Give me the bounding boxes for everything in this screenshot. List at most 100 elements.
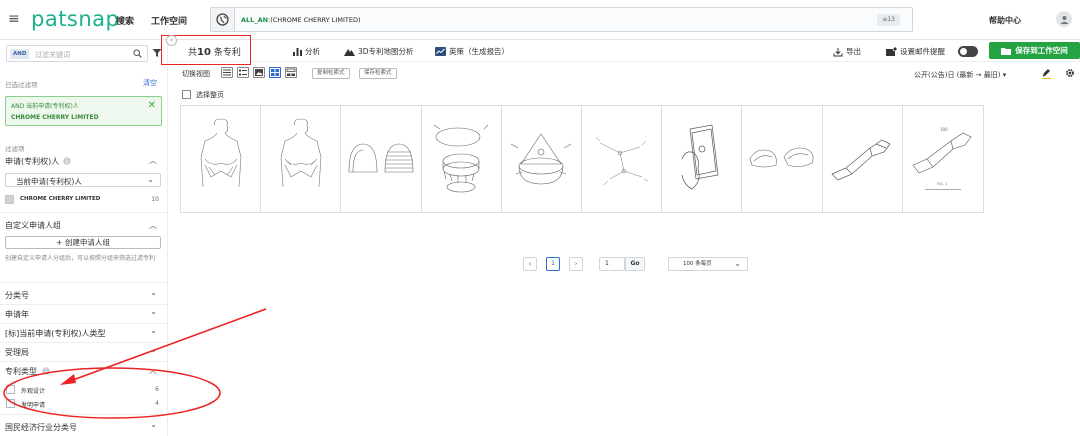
patent-type-title[interactable]: 专利类型 [5,366,37,377]
remove-filter-close-icon[interactable]: ✕ [148,100,156,111]
next-page-button[interactable]: › [569,257,583,271]
patent-thumbnail[interactable] [582,106,663,212]
divider [0,414,167,415]
chevron-down-icon[interactable]: ⌄ [150,326,157,335]
patent-thumbnail[interactable] [822,106,903,212]
patent-type-label-design: 外观设计 [21,388,46,395]
patent-thumbnail[interactable] [742,106,823,212]
nav-workspace[interactable]: 工作空间 [151,14,187,27]
chevron-down-icon[interactable]: ⌄ [150,345,157,354]
patent-thumbnail[interactable] [501,106,583,212]
chevron-down-icon: ⌄ [734,259,741,268]
info-icon[interactable] [63,157,71,167]
patent-type-checkbox-design[interactable] [6,385,15,394]
email-alert-toggle[interactable] [958,46,978,57]
user-avatar-icon[interactable] [1056,11,1072,27]
chevron-up-icon[interactable]: ︿ [149,155,157,166]
go-button[interactable]: Go [625,257,645,271]
section-application-year[interactable]: 申请年 [5,309,29,320]
applicant-option-count: 10 [151,196,159,203]
globe-icon[interactable] [211,8,235,31]
and-operator-tag[interactable]: AND [10,49,30,59]
patent-thumbnail[interactable] [662,106,743,212]
svg-text:FIG. 1: FIG. 1 [937,182,947,186]
email-alert-button[interactable]: 设置邮件提醒 [886,46,945,57]
applicant-checkbox[interactable] [5,195,14,204]
section-industry-class[interactable]: 国民经济行业分类号 [5,422,77,433]
main-search-bar[interactable]: ALL_AN:(CHROME CHERRY LIMITED) ≡13 [210,7,913,32]
results-toolbar: 共10 条专利 分析 3D专利地图分析 英策（生成报告） 导出 设置邮件提醒 保… [168,40,1080,62]
prev-page-button[interactable]: ‹ [523,257,537,271]
create-applicant-group-button[interactable]: + 创建申请人组 [5,236,161,249]
filters-label: 过滤项 [5,145,25,153]
info-icon[interactable] [42,367,50,377]
result-count-badge: ≡13 [877,14,900,26]
list-view-icon[interactable] [221,67,233,78]
jump-page-input[interactable]: 1 [599,257,625,271]
mail-alert-icon [886,47,897,56]
copy-query-button[interactable]: 复制检索式 [312,68,350,79]
divider [0,361,167,362]
funnel-icon[interactable] [152,48,162,60]
section-office[interactable]: 受理局 [5,347,29,358]
patsnap-logo[interactable]: patsnap [31,7,119,31]
section-applicant-type[interactable]: [标]当前申请(专利权)人类型 [5,328,105,339]
filter-keyword-input[interactable]: AND 过滤关键词 [6,45,148,62]
search-icon[interactable] [133,49,142,60]
image-view-icon[interactable] [253,67,265,78]
sort-select[interactable]: 公开(公告)日 (最新 → 最旧) ▾ [914,70,1006,80]
chevron-down-icon[interactable]: ⌄ [150,288,157,297]
compare-view-icon[interactable] [285,67,297,78]
applied-filter-chip: AND 当前申请(专利权)人 CHROME CHERRY LIMITED ✕ [5,96,162,126]
chevron-down-icon: ⌄ [147,175,154,184]
grid-view-icon[interactable] [269,67,281,78]
chevron-down-icon[interactable]: ⌄ [150,307,157,316]
patent-thumbnail[interactable] [261,106,342,212]
chevron-up-icon[interactable]: ︿ [149,365,157,376]
search-query-text[interactable]: ALL_AN:(CHROME CHERRY LIMITED) [241,16,360,24]
filter-placeholder: 过滤关键词 [35,51,70,59]
highlighter-icon[interactable] [1042,68,1051,81]
insight-report-button[interactable]: 英策（生成报告） [435,46,509,57]
applicant-section-title[interactable]: 申请(专利权)人 [5,156,59,167]
save-to-workspace-button[interactable]: 保存到工作空间 [989,42,1080,59]
switch-view-label: 切换视图 [182,70,210,78]
per-page-select[interactable]: 100 条每页 ⌄ [668,257,748,271]
patent-thumbnail[interactable] [341,106,422,212]
bar-chart-icon [293,48,302,56]
applicant-type-select[interactable]: 当前申请(专利权)人 ⌄ [5,173,161,187]
selected-filters-label: 已选过滤项 [5,81,38,89]
page-number-button[interactable]: 1 [546,257,560,271]
nav-search[interactable]: 搜索 [116,14,134,27]
patent-type-label-invention: 发明申请 [21,402,46,409]
trend-chart-icon [435,47,446,56]
divider [0,212,167,213]
chevron-up-icon[interactable]: ︿ [149,220,157,231]
menu-icon[interactable]: ≡ [8,11,20,27]
patent-type-count-invention: 4 [155,400,159,407]
3d-map-button[interactable]: 3D专利地图分析 [344,46,414,57]
patent-thumbnail[interactable] [181,106,262,212]
patent-type-checkbox-invention[interactable] [6,399,15,408]
collapse-sidebar-icon[interactable]: ‹ [166,35,177,46]
help-center-link[interactable]: 帮助中心 [989,15,1021,26]
save-query-button[interactable]: 保存检索式 [359,68,397,79]
analysis-button[interactable]: 分析 [293,46,320,57]
view-toolbar: 切换视图 复制检索式 保存检索式 公开(公告)日 (最新 → 最旧) ▾ [168,62,1080,86]
patent-thumbnail[interactable]: 100 FIG. 1 [902,106,984,212]
export-button[interactable]: 导出 [833,46,861,57]
detail-list-view-icon[interactable] [237,67,249,78]
gear-icon[interactable] [1065,68,1075,80]
divider [0,342,167,343]
divider [0,282,167,283]
clear-filters-link[interactable]: 清空 [143,78,157,88]
custom-group-title[interactable]: 自定义申请人组 [5,220,61,231]
top-bar: ≡ patsnap 搜索 工作空间 ALL_AN:(CHROME CHERRY … [0,0,1080,40]
patent-thumbnail[interactable] [421,106,502,212]
total-results: 共10 条专利 [188,47,241,58]
select-all-checkbox[interactable] [182,90,191,99]
mountain-icon [344,49,355,56]
section-classification[interactable]: 分类号 [5,290,29,301]
chevron-down-icon[interactable]: ⌄ [150,420,157,429]
caret-down-icon: ▾ [1002,71,1007,79]
